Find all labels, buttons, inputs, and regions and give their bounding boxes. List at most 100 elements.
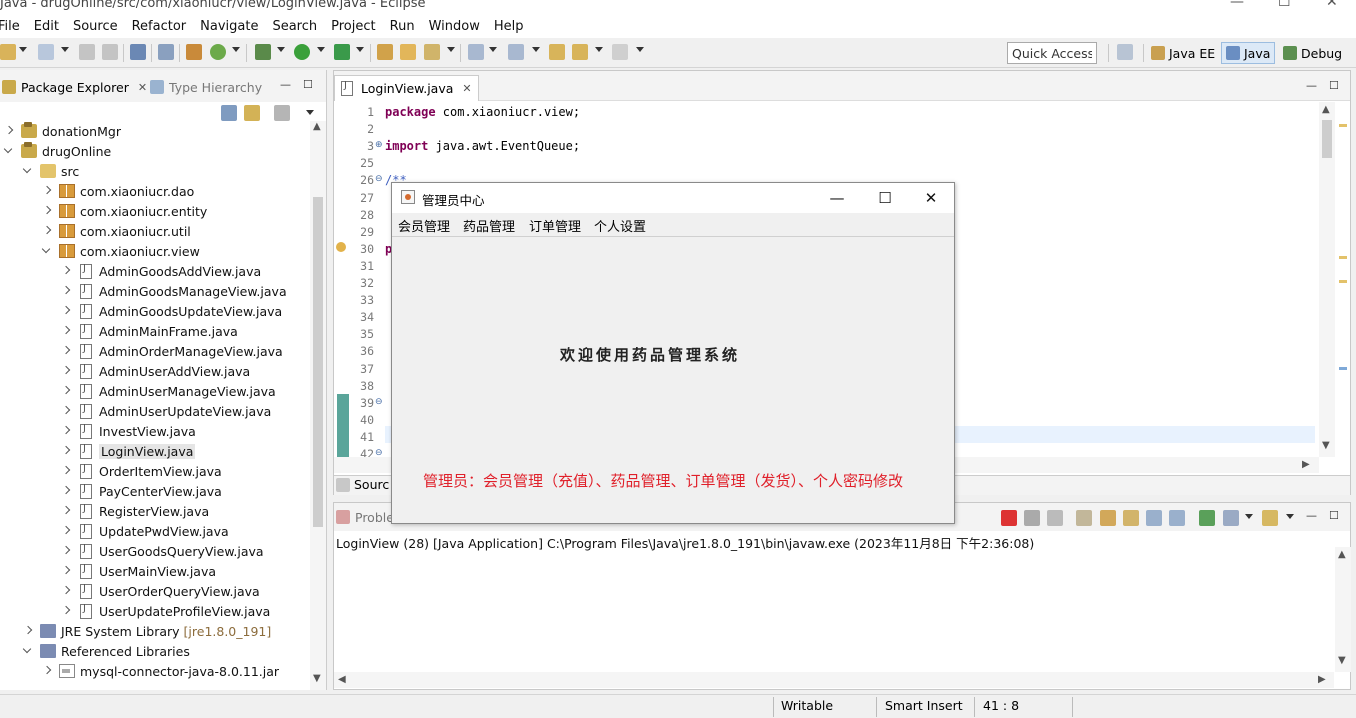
new-icon[interactable] [0, 44, 16, 60]
tab-source[interactable]: Sourc [336, 477, 389, 492]
chevron-right-icon[interactable] [42, 226, 52, 236]
refresh-dropdown-icon[interactable] [232, 47, 240, 52]
clear-console-icon[interactable] [1076, 510, 1092, 526]
chevron-right-icon[interactable] [61, 346, 71, 356]
tree-item[interactable]: AdminGoodsUpdateView.java [61, 301, 282, 321]
chevron-right-icon[interactable] [4, 126, 14, 136]
run-dropdown-icon[interactable] [317, 47, 325, 52]
scroll-thumb[interactable] [313, 197, 323, 527]
tree-item[interactable]: AdminGoodsManageView.java [61, 281, 287, 301]
expand-icon[interactable]: ⊕ [375, 140, 383, 150]
console-icon[interactable] [130, 44, 146, 60]
chevron-right-icon[interactable] [61, 606, 71, 616]
new-package-icon[interactable] [377, 44, 393, 60]
minimize-icon[interactable]: — [825, 187, 849, 209]
overview-ruler[interactable] [1335, 102, 1350, 462]
tree-item[interactable]: UpdatePwdView.java [61, 521, 229, 541]
tree-item[interactable]: com.xiaoniucr.dao [42, 181, 194, 201]
perspective-debug[interactable]: Debug [1279, 42, 1346, 64]
chevron-right-icon[interactable] [42, 666, 52, 676]
tree-item[interactable]: com.xiaoniucr.entity [42, 201, 207, 221]
chevron-down-icon[interactable] [42, 246, 52, 256]
tree-item[interactable]: UserOrderQueryView.java [61, 581, 260, 601]
open-folder-icon[interactable] [400, 44, 416, 60]
show-on-error-icon[interactable] [1169, 510, 1185, 526]
chevron-right-icon[interactable] [61, 466, 71, 476]
refresh-icon[interactable] [210, 44, 226, 60]
tree-item[interactable]: OrderItemView.java [61, 461, 222, 481]
tree-item[interactable]: UserMainView.java [61, 561, 216, 581]
maximize-view-icon[interactable]: ☐ [303, 78, 313, 91]
open-task-icon[interactable] [424, 44, 440, 60]
chevron-right-icon[interactable] [61, 506, 71, 516]
scroll-down-icon[interactable]: ▼ [1322, 440, 1330, 451]
tree-item[interactable]: drugOnline [4, 141, 111, 161]
tree-item[interactable]: AdminUserUpdateView.java [61, 401, 271, 421]
menu-help[interactable]: Help [487, 19, 531, 34]
quick-access-input[interactable] [1007, 42, 1097, 64]
tree-item[interactable]: AdminUserAddView.java [61, 361, 250, 381]
minimize-editor-icon[interactable]: — [1306, 79, 1317, 92]
editor-vertical-scrollbar[interactable]: ▲ ▼ [1319, 102, 1335, 457]
tree-item[interactable]: PayCenterView.java [61, 481, 222, 501]
open-type-icon[interactable] [186, 44, 202, 60]
back-dropdown-icon[interactable] [595, 47, 603, 52]
chevron-right-icon[interactable] [61, 486, 71, 496]
menu-window[interactable]: Window [422, 19, 487, 34]
open-task-dropdown-icon[interactable] [447, 47, 455, 52]
warning-marker[interactable] [1339, 256, 1347, 259]
tab-package-explorer[interactable]: Package Explorer ✕ [2, 76, 147, 98]
maximize-editor-icon[interactable]: ☐ [1329, 79, 1339, 92]
maximize-icon[interactable]: ☐ [1278, 0, 1291, 10]
chevron-right-icon[interactable] [61, 306, 71, 316]
next-annotation-dropdown-icon[interactable] [489, 47, 497, 52]
chevron-right-icon[interactable] [61, 526, 71, 536]
chevron-right-icon[interactable] [61, 266, 71, 276]
perspective-java[interactable]: Java [1221, 42, 1276, 64]
chevron-right-icon[interactable] [61, 326, 71, 336]
chevron-right-icon[interactable] [61, 386, 71, 396]
scroll-up-icon[interactable]: ▲ [313, 121, 321, 132]
console-vertical-scrollbar[interactable]: ▲ ▼ [1335, 547, 1351, 672]
remove-launch-icon[interactable] [1024, 510, 1040, 526]
menu-navigate[interactable]: Navigate [193, 19, 265, 34]
skip-breakpoints-icon[interactable] [158, 44, 174, 60]
menu-order-management[interactable]: 订单管理 [529, 216, 581, 235]
menu-personal-settings[interactable]: 个人设置 [594, 216, 646, 235]
editor-tab-loginview[interactable]: LoginView.java ✕ [334, 75, 479, 101]
terminate-icon[interactable] [1001, 510, 1017, 526]
warning-marker[interactable] [1339, 280, 1347, 283]
package-explorer-scrollbar[interactable]: ▲ ▼ [310, 121, 326, 690]
minimize-console-icon[interactable]: — [1306, 509, 1317, 522]
menu-search[interactable]: Search [265, 19, 324, 34]
scroll-up-icon[interactable]: ▲ [1338, 549, 1346, 560]
remove-all-icon[interactable] [1047, 510, 1063, 526]
scroll-left-icon[interactable]: ◀ [338, 674, 346, 685]
chevron-down-icon[interactable] [4, 146, 14, 156]
tree-item[interactable]: AdminMainFrame.java [61, 321, 238, 341]
warning-marker[interactable] [1339, 124, 1347, 127]
chevron-down-icon[interactable] [23, 646, 33, 656]
save-all-icon[interactable] [102, 44, 118, 60]
warning-icon[interactable] [336, 241, 346, 252]
previous-annotation-icon[interactable] [508, 44, 524, 60]
close-tab-icon[interactable]: ✕ [462, 82, 471, 95]
menu-source[interactable]: Source [66, 19, 125, 34]
perspective-java-ee[interactable]: Java EE [1147, 42, 1219, 64]
chevron-right-icon[interactable] [61, 546, 71, 556]
menu-refactor[interactable]: Refactor [125, 19, 194, 34]
tree-item[interactable]: com.xiaoniucr.util [42, 221, 191, 241]
debug-dropdown-icon[interactable] [277, 47, 285, 52]
scroll-right-icon[interactable]: ▶ [1318, 674, 1326, 685]
tree-item[interactable]: AdminOrderManageView.java [61, 341, 283, 361]
previous-annotation-dropdown-icon[interactable] [532, 47, 540, 52]
open-console-dropdown-icon[interactable] [1286, 514, 1294, 519]
chevron-right-icon[interactable] [61, 286, 71, 296]
forward-icon[interactable] [612, 44, 628, 60]
debug-icon[interactable] [255, 44, 271, 60]
last-edit-icon[interactable] [549, 44, 565, 60]
tree-item[interactable]: UserGoodsQueryView.java [61, 541, 264, 561]
menu-edit[interactable]: Edit [27, 19, 66, 34]
chevron-down-icon[interactable] [23, 166, 33, 176]
collapse-icon[interactable]: ⊖ [375, 397, 383, 407]
